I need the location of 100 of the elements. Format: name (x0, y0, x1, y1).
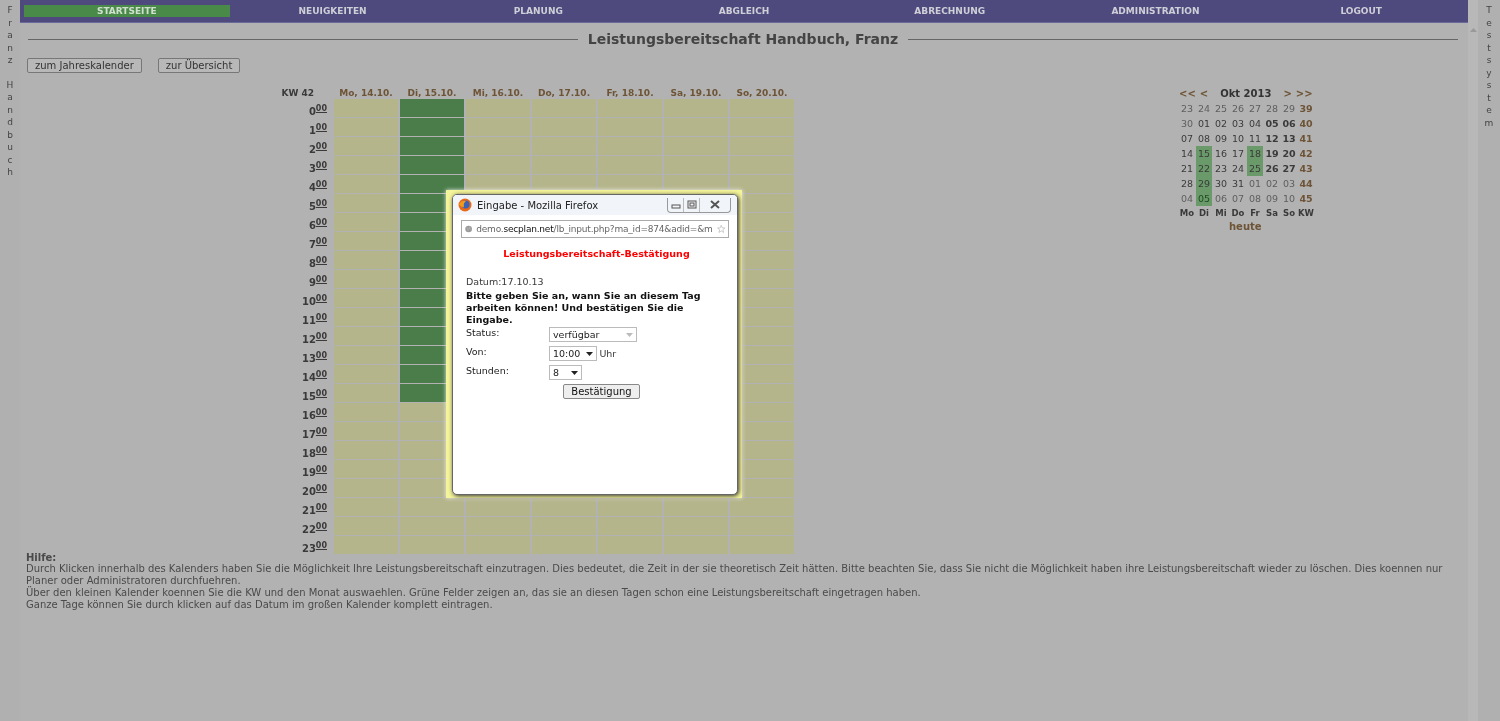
nav-tab[interactable]: NEUIGKEITEN (229, 5, 436, 17)
calendar-cell[interactable] (334, 422, 398, 440)
calendar-cell[interactable] (598, 498, 662, 516)
calendar-cell[interactable] (334, 517, 398, 535)
calendar-day[interactable]: 07 (1230, 191, 1246, 206)
today-link[interactable]: heute (1229, 221, 1319, 232)
day-header[interactable]: So, 20.10. (730, 88, 794, 98)
calendar-cell[interactable] (598, 536, 662, 554)
calendar-day[interactable]: 07 (1179, 131, 1195, 146)
week-number[interactable]: 45 (1298, 191, 1314, 206)
calendar-day[interactable]: 25 (1247, 161, 1263, 176)
confirm-button[interactable]: Bestätigung (563, 384, 640, 399)
calendar-cell[interactable] (334, 460, 398, 478)
calendar-cell[interactable] (598, 156, 662, 174)
calendar-day[interactable]: 30 (1213, 176, 1229, 191)
nav-tab[interactable]: PLANUNG (435, 5, 642, 17)
calendar-day[interactable]: 27 (1281, 161, 1297, 176)
calendar-day[interactable]: 29 (1196, 176, 1212, 191)
calendar-cell[interactable] (334, 384, 398, 402)
calendar-cell[interactable] (334, 441, 398, 459)
calendar-day[interactable]: 03 (1281, 176, 1297, 191)
nav-tab[interactable]: LOGOUT (1258, 5, 1465, 17)
calendar-day[interactable]: 21 (1179, 161, 1195, 176)
calendar-day[interactable]: 02 (1213, 116, 1229, 131)
calendar-cell[interactable] (334, 479, 398, 497)
calendar-cell[interactable] (466, 99, 530, 117)
time-dropdown[interactable]: 10:00 (549, 346, 598, 361)
calendar-cell[interactable] (400, 517, 464, 535)
calendar-day[interactable]: 17 (1230, 146, 1246, 161)
calendar-day[interactable]: 06 (1281, 116, 1297, 131)
calendar-day[interactable]: 08 (1247, 191, 1263, 206)
calendar-day[interactable]: 24 (1196, 101, 1212, 116)
calendar-cell[interactable] (730, 498, 794, 516)
calendar-cell[interactable] (334, 194, 398, 212)
calendar-cell[interactable] (400, 498, 464, 516)
calendar-day[interactable]: 06 (1213, 191, 1229, 206)
calendar-cell[interactable] (664, 517, 728, 535)
hours-dropdown[interactable]: 8 (549, 365, 583, 380)
calendar-cell[interactable] (400, 99, 464, 117)
calendar-cell[interactable] (334, 327, 398, 345)
calendar-day[interactable]: 11 (1247, 131, 1263, 146)
calendar-cell[interactable] (598, 137, 662, 155)
calendar-cell[interactable] (730, 118, 794, 136)
calendar-cell[interactable] (730, 156, 794, 174)
calendar-day[interactable]: 23 (1213, 161, 1229, 176)
calendar-day[interactable]: 08 (1196, 131, 1212, 146)
calendar-cell[interactable] (466, 156, 530, 174)
week-number[interactable]: 41 (1298, 131, 1314, 146)
nav-tab[interactable]: ADMINISTRATION (1052, 5, 1259, 17)
calendar-cell[interactable] (334, 118, 398, 136)
calendar-cell[interactable] (400, 536, 464, 554)
calendar-cell[interactable] (466, 536, 530, 554)
calendar-cell[interactable] (334, 536, 398, 554)
week-number[interactable]: 43 (1298, 161, 1314, 176)
nav-button[interactable]: zum Jahreskalender (27, 58, 142, 73)
day-header[interactable]: Di, 15.10. (400, 88, 464, 98)
maximize-button[interactable] (684, 197, 700, 212)
calendar-cell[interactable] (334, 346, 398, 364)
calendar-cell[interactable] (532, 536, 596, 554)
calendar-day[interactable]: 09 (1213, 131, 1229, 146)
week-number[interactable]: 44 (1298, 176, 1314, 191)
calendar-day[interactable]: 15 (1196, 146, 1212, 161)
day-header[interactable]: Mi, 16.10. (466, 88, 530, 98)
nav-button[interactable]: zur Übersicht (157, 58, 241, 73)
calendar-cell[interactable] (532, 156, 596, 174)
nav-tab[interactable]: ABGLEICH (641, 5, 847, 17)
calendar-cell[interactable] (730, 517, 794, 535)
calendar-cell[interactable] (598, 118, 662, 136)
calendar-cell[interactable] (400, 175, 464, 193)
calendar-cell[interactable] (664, 137, 728, 155)
calendar-cell[interactable] (334, 99, 398, 117)
calendar-day[interactable]: 28 (1264, 101, 1280, 116)
calendar-cell[interactable] (598, 99, 662, 117)
calendar-cell[interactable] (532, 99, 596, 117)
calendar-day[interactable]: 31 (1230, 176, 1246, 191)
calendar-cell[interactable] (334, 137, 398, 155)
calendar-cell[interactable] (664, 536, 728, 554)
calendar-cell[interactable] (334, 175, 398, 193)
calendar-cell[interactable] (334, 232, 398, 250)
day-header[interactable]: Sa, 19.10. (664, 88, 728, 98)
calendar-day[interactable]: 24 (1230, 161, 1246, 176)
calendar-cell[interactable] (334, 156, 398, 174)
week-number[interactable]: 42 (1298, 146, 1314, 161)
calendar-cell[interactable] (334, 251, 398, 269)
calendar-day[interactable]: 03 (1230, 116, 1246, 131)
calendar-day[interactable]: 26 (1264, 161, 1280, 176)
nav-tab[interactable]: ABRECHNUNG (846, 5, 1053, 17)
calendar-cell[interactable] (334, 289, 398, 307)
calendar-cell[interactable] (334, 213, 398, 231)
calendar-cell[interactable] (466, 517, 530, 535)
calendar-day[interactable]: 10 (1230, 131, 1246, 146)
calendar-cell[interactable] (532, 498, 596, 516)
week-number[interactable]: 40 (1298, 116, 1314, 131)
calendar-day[interactable]: 19 (1264, 146, 1280, 161)
calendar-day[interactable]: 01 (1196, 116, 1212, 131)
calendar-day[interactable]: 30 (1179, 116, 1195, 131)
calendar-cell[interactable] (532, 137, 596, 155)
calendar-cell[interactable] (532, 517, 596, 535)
day-header[interactable]: Mo, 14.10. (334, 88, 398, 98)
calendar-day[interactable]: 01 (1247, 176, 1263, 191)
